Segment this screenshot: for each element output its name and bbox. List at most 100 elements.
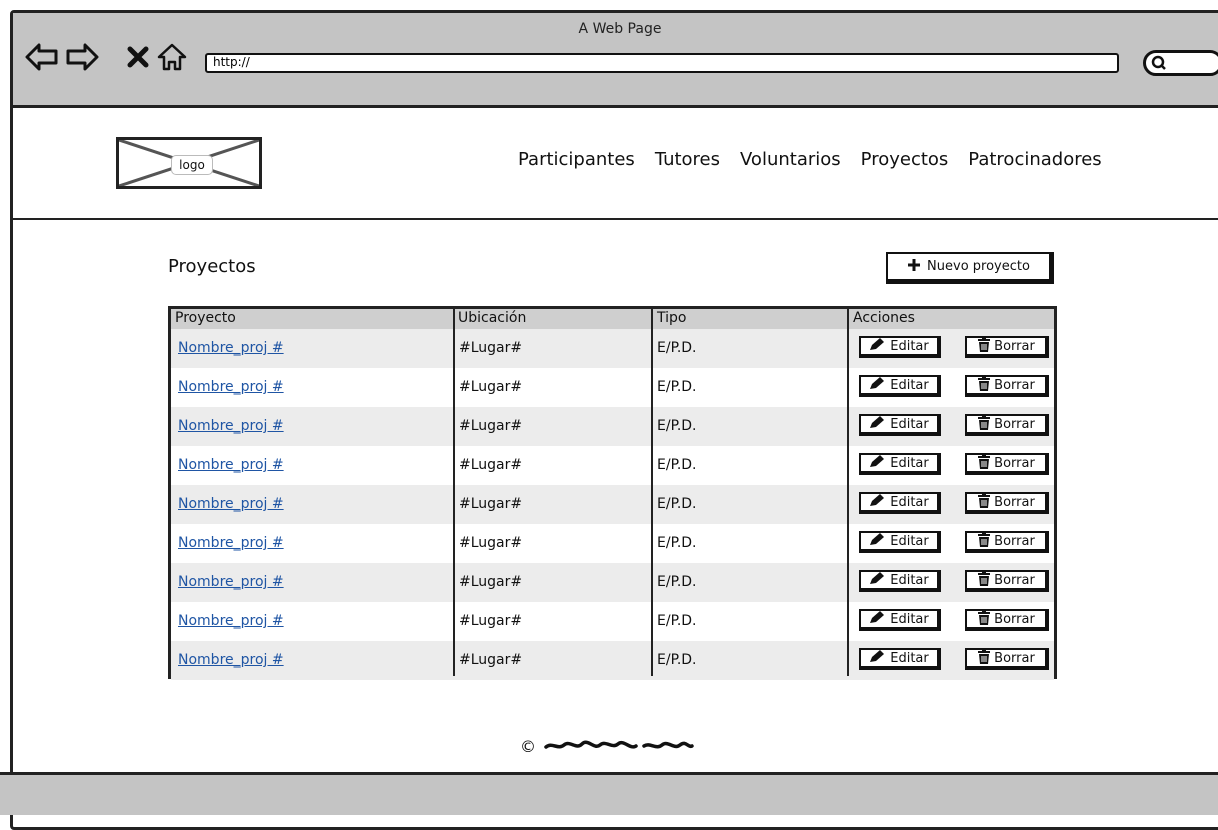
pencil-icon: [869, 337, 887, 355]
table-row: Nombre_proj # #Lugar# E/P.D. Editar Borr…: [171, 602, 1054, 641]
footer: ©: [520, 737, 694, 756]
project-type: E/P.D.: [657, 496, 697, 512]
trash-icon: [977, 414, 991, 434]
edit-label: Editar: [890, 650, 929, 666]
plus-icon: [907, 258, 921, 276]
logo-placeholder[interactable]: logo: [116, 137, 262, 189]
project-type: E/P.D.: [657, 652, 697, 668]
trash-icon: [977, 609, 991, 629]
delete-button[interactable]: Borrar: [965, 453, 1049, 475]
project-location: #Lugar#: [459, 652, 523, 668]
delete-button[interactable]: Borrar: [965, 648, 1049, 670]
nav-proyectos[interactable]: Proyectos: [861, 149, 949, 170]
pencil-icon: [869, 649, 887, 667]
project-name-link[interactable]: Nombre_proj #: [178, 379, 284, 395]
project-location: #Lugar#: [459, 418, 523, 434]
project-type: E/P.D.: [657, 340, 697, 356]
project-name-link[interactable]: Nombre_proj #: [178, 613, 284, 629]
column-header-ubicacion: Ubicación: [458, 310, 527, 326]
project-name-link[interactable]: Nombre_proj #: [178, 652, 284, 668]
home-icon[interactable]: [155, 40, 189, 74]
main-navigation: Participantes Tutores Voluntarios Proyec…: [518, 149, 1102, 170]
nav-participantes[interactable]: Participantes: [518, 149, 635, 170]
column-divider: [651, 309, 653, 676]
project-name-link[interactable]: Nombre_proj #: [178, 340, 284, 356]
edit-button[interactable]: Editar: [859, 414, 941, 436]
delete-button[interactable]: Borrar: [965, 570, 1049, 592]
project-location: #Lugar#: [459, 340, 523, 356]
address-bar[interactable]: [205, 53, 1119, 73]
back-arrow-icon[interactable]: [25, 40, 59, 74]
table-row: Nombre_proj # #Lugar# E/P.D. Editar Borr…: [171, 641, 1054, 680]
edit-button[interactable]: Editar: [859, 492, 941, 514]
close-icon[interactable]: [121, 40, 155, 74]
search-box[interactable]: [1143, 50, 1218, 76]
project-name-link[interactable]: Nombre_proj #: [178, 496, 284, 512]
project-name-link[interactable]: Nombre_proj #: [178, 574, 284, 590]
trash-icon: [977, 453, 991, 473]
trash-icon: [977, 648, 991, 668]
nav-patrocinadores[interactable]: Patrocinadores: [968, 149, 1101, 170]
project-location: #Lugar#: [459, 535, 523, 551]
delete-button[interactable]: Borrar: [965, 609, 1049, 631]
new-project-button[interactable]: Nuevo proyecto: [886, 252, 1054, 284]
scribble-text-placeholder: [544, 737, 694, 756]
edit-button[interactable]: Editar: [859, 609, 941, 631]
trash-icon: [977, 492, 991, 512]
pencil-icon: [869, 493, 887, 511]
project-type: E/P.D.: [657, 457, 697, 473]
edit-label: Editar: [890, 572, 929, 588]
nav-voluntarios[interactable]: Voluntarios: [740, 149, 841, 170]
browser-chrome: A Web Page: [13, 13, 1218, 108]
column-header-acciones: Acciones: [853, 310, 915, 326]
table-row: Nombre_proj # #Lugar# E/P.D. Editar Borr…: [171, 563, 1054, 602]
table-header: Proyecto Ubicación Tipo Acciones: [171, 309, 1054, 329]
project-name-link[interactable]: Nombre_proj #: [178, 457, 284, 473]
project-type: E/P.D.: [657, 613, 697, 629]
delete-button[interactable]: Borrar: [965, 531, 1049, 553]
projects-table: Proyecto Ubicación Tipo Acciones Nombre_…: [168, 306, 1057, 680]
delete-button[interactable]: Borrar: [965, 375, 1049, 397]
edit-button[interactable]: Editar: [859, 453, 941, 475]
project-location: #Lugar#: [459, 457, 523, 473]
table-row: Nombre_proj # #Lugar# E/P.D. Editar Borr…: [171, 524, 1054, 563]
delete-button[interactable]: Borrar: [965, 492, 1049, 514]
pencil-icon: [869, 532, 887, 550]
delete-button[interactable]: Borrar: [965, 336, 1049, 358]
delete-button[interactable]: Borrar: [965, 414, 1049, 436]
project-type: E/P.D.: [657, 418, 697, 434]
pencil-icon: [869, 376, 887, 394]
table-row: Nombre_proj # #Lugar# E/P.D. Editar Borr…: [171, 446, 1054, 485]
edit-button[interactable]: Editar: [859, 375, 941, 397]
trash-icon: [977, 570, 991, 590]
edit-button[interactable]: Editar: [859, 648, 941, 670]
pencil-icon: [869, 610, 887, 628]
trash-icon: [977, 531, 991, 551]
project-name-link[interactable]: Nombre_proj #: [178, 535, 284, 551]
edit-label: Editar: [890, 533, 929, 549]
delete-label: Borrar: [994, 533, 1035, 549]
project-name-link[interactable]: Nombre_proj #: [178, 418, 284, 434]
edit-button[interactable]: Editar: [859, 531, 941, 553]
table-row: Nombre_proj # #Lugar# E/P.D. Editar Borr…: [171, 407, 1054, 446]
edit-button[interactable]: Editar: [859, 570, 941, 592]
delete-label: Borrar: [994, 494, 1035, 510]
edit-label: Editar: [890, 416, 929, 432]
delete-label: Borrar: [994, 377, 1035, 393]
page-title: Proyectos: [168, 256, 256, 277]
edit-label: Editar: [890, 377, 929, 393]
pencil-icon: [869, 415, 887, 433]
edit-button[interactable]: Editar: [859, 336, 941, 358]
url-input[interactable]: [213, 55, 1099, 69]
search-icon: [1150, 54, 1168, 76]
forward-arrow-icon[interactable]: [65, 40, 99, 74]
pencil-icon: [869, 571, 887, 589]
edit-label: Editar: [890, 338, 929, 354]
column-divider: [453, 309, 455, 676]
project-location: #Lugar#: [459, 613, 523, 629]
delete-label: Borrar: [994, 572, 1035, 588]
project-type: E/P.D.: [657, 379, 697, 395]
new-project-label: Nuevo proyecto: [927, 259, 1030, 274]
logo-label: logo: [171, 155, 213, 175]
nav-tutores[interactable]: Tutores: [655, 149, 720, 170]
